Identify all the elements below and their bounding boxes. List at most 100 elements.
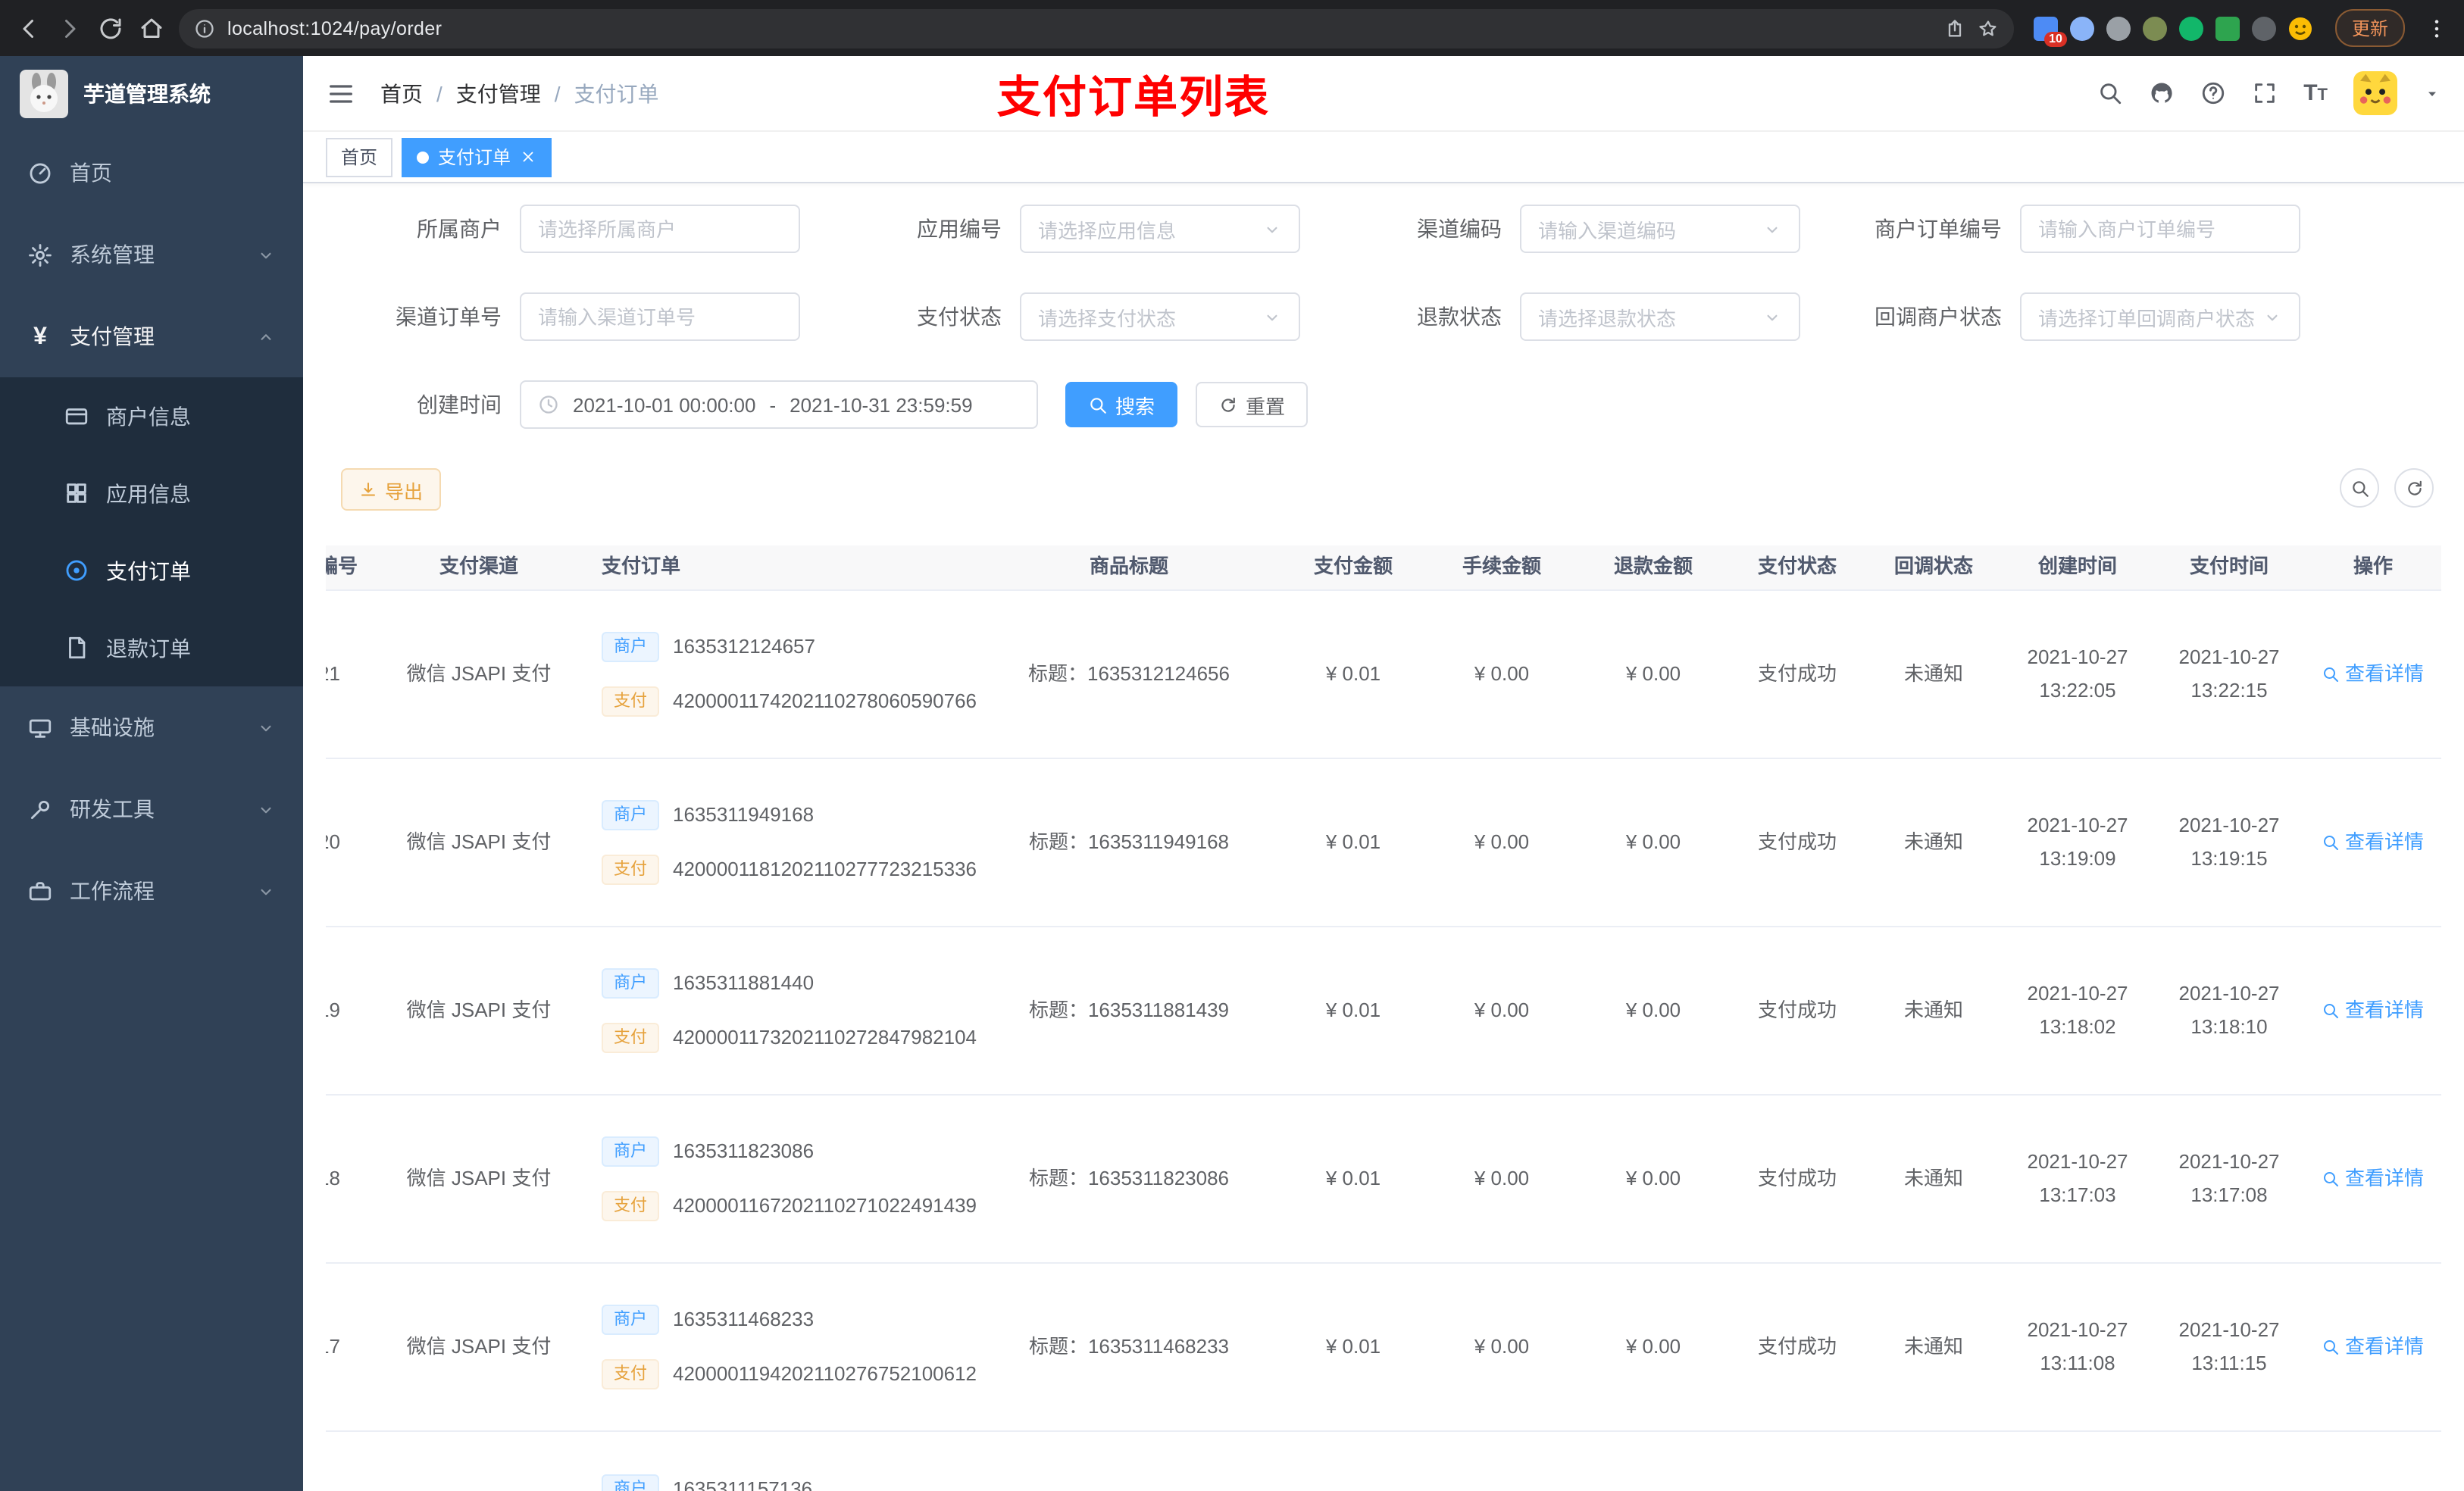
cell-status: 支付成功 bbox=[1757, 830, 1837, 853]
refresh-table-button[interactable] bbox=[2394, 468, 2434, 508]
sidebar-item-workflow[interactable]: 工作流程 bbox=[0, 850, 303, 932]
view-detail-link[interactable]: 查看详情 bbox=[2322, 826, 2424, 859]
url-text[interactable]: localhost:1024/pay/order bbox=[227, 17, 1932, 39]
chevron-down-icon bbox=[1262, 219, 1282, 239]
merchant-tag: 商户 bbox=[602, 631, 659, 662]
chevron-down-icon bbox=[2262, 307, 2282, 327]
cell-id bbox=[326, 1432, 386, 1491]
table-row: 20 微信 JSAPI 支付 商户 1635311949168 支付 42000… bbox=[326, 759, 2441, 927]
font-size-icon[interactable]: TT bbox=[2303, 80, 2328, 106]
tags-view: 首页 支付订单 bbox=[303, 132, 2464, 183]
column-header-id: 编号 bbox=[326, 555, 358, 578]
view-detail-link[interactable]: 查看详情 bbox=[2322, 994, 2424, 1027]
extension-icon[interactable] bbox=[2215, 16, 2240, 40]
sidebar-item-dev-tools[interactable]: 研发工具 bbox=[0, 768, 303, 850]
channel-order-no-input[interactable] bbox=[520, 292, 800, 341]
breadcrumb-home[interactable]: 首页 bbox=[380, 78, 423, 108]
table-toolbar: 导出 bbox=[341, 468, 2441, 511]
sidebar-item-app-info[interactable]: 应用信息 bbox=[0, 455, 303, 532]
browser-update-button[interactable]: 更新 bbox=[2334, 9, 2405, 47]
gear-icon bbox=[27, 242, 53, 267]
pay-status-select[interactable]: 请选择支付状态 bbox=[1020, 292, 1300, 341]
merchant-tag: 商户 bbox=[602, 799, 659, 830]
view-detail-link[interactable]: 查看详情 bbox=[2322, 1330, 2424, 1364]
filter-row-1: 所属商户 应用编号 请选择应用信息 渠道编码 请输入渠道编码 bbox=[326, 205, 2441, 253]
user-menu-caret-icon[interactable] bbox=[2423, 84, 2441, 102]
address-bar[interactable]: localhost:1024/pay/order bbox=[179, 8, 2014, 48]
browser-back-icon[interactable] bbox=[15, 14, 42, 42]
reset-button[interactable]: 重置 bbox=[1196, 382, 1309, 427]
sidebar-item-label: 工作流程 bbox=[70, 879, 155, 903]
channel-code-select[interactable]: 请输入渠道编码 bbox=[1520, 205, 1800, 253]
cell-title: 标题：1635311881439 bbox=[1028, 998, 1230, 1021]
merchant-order-no: 1635311468233 bbox=[673, 1307, 815, 1330]
notify-status-select[interactable]: 请选择订单回调商户状态 bbox=[2020, 292, 2300, 341]
extension-icon[interactable] bbox=[2106, 16, 2131, 40]
sidebar-item-merchant-info[interactable]: 商户信息 bbox=[0, 377, 303, 455]
fullscreen-icon[interactable] bbox=[2252, 80, 2278, 106]
cell-refund: ¥ 0.00 bbox=[1625, 1334, 1681, 1358]
sidebar-item-pay-order[interactable]: 支付订单 bbox=[0, 532, 303, 609]
channel-order-no: 4200001173202110272847982104 bbox=[673, 1026, 977, 1049]
filter-label: 支付状态 bbox=[917, 305, 1002, 329]
export-button[interactable]: 导出 bbox=[341, 468, 442, 511]
app-id-select[interactable]: 请选择应用信息 bbox=[1020, 205, 1300, 253]
search-button[interactable]: 搜索 bbox=[1065, 382, 1178, 427]
merchant-tag: 商户 bbox=[602, 1474, 659, 1491]
sidebar-item-refund-order[interactable]: 退款订单 bbox=[0, 609, 303, 686]
extension-icon[interactable] bbox=[2069, 16, 2094, 40]
view-detail-link[interactable]: 查看详情 bbox=[2322, 1162, 2424, 1196]
help-icon[interactable] bbox=[2200, 80, 2226, 106]
site-info-icon[interactable] bbox=[194, 17, 215, 39]
browser-forward-icon[interactable] bbox=[56, 14, 83, 42]
cell-amount: ¥ 0.01 bbox=[1325, 998, 1381, 1021]
search-icon bbox=[2322, 1002, 2340, 1020]
cell-notify: 未通知 bbox=[1903, 830, 1963, 853]
sidebar-item-system[interactable]: 系统管理 bbox=[0, 214, 303, 295]
sidebar-item-home[interactable]: 首页 bbox=[0, 132, 303, 214]
github-icon[interactable] bbox=[2149, 80, 2175, 106]
sidebar-item-infra[interactable]: 基础设施 bbox=[0, 686, 303, 768]
browser-menu-icon[interactable] bbox=[2425, 16, 2449, 40]
cell-id: 17 bbox=[326, 1334, 340, 1358]
extension-icon[interactable] bbox=[2142, 16, 2167, 40]
merchant-order-no-input[interactable] bbox=[2020, 205, 2300, 253]
sidebar-item-label: 基础设施 bbox=[70, 715, 155, 739]
browser-reload-icon[interactable] bbox=[97, 14, 124, 42]
view-detail-link[interactable]: 查看详情 bbox=[2322, 658, 2424, 691]
user-avatar[interactable] bbox=[2353, 71, 2397, 115]
extension-icon[interactable]: 10 bbox=[2033, 16, 2067, 46]
search-icon[interactable] bbox=[2097, 80, 2123, 106]
share-icon[interactable] bbox=[1944, 17, 1965, 39]
filter-pay-status: 支付状态 请选择支付状态 bbox=[838, 292, 1300, 341]
orders-table: 编号 支付渠道 支付订单 商品标题 支付金额 手续金额 退款金额 支付状态 回调… bbox=[326, 545, 2441, 1491]
merchant-order-no: 1635311949168 bbox=[673, 802, 815, 826]
refund-status-select[interactable]: 请选择退款状态 bbox=[1520, 292, 1800, 341]
create-time-range-picker[interactable]: 2021-10-01 00:00:00 - 2021-10-31 23:59:5… bbox=[520, 380, 1038, 429]
breadcrumb-pay-management[interactable]: 支付管理 bbox=[456, 78, 541, 108]
toggle-search-button[interactable] bbox=[2340, 468, 2379, 508]
bookmark-star-icon[interactable] bbox=[1978, 17, 1999, 39]
cell-id: 20 bbox=[326, 830, 340, 853]
sidebar-item-label: 首页 bbox=[70, 161, 112, 185]
refresh-icon bbox=[2404, 478, 2424, 498]
column-header-order: 支付订单 bbox=[602, 555, 681, 578]
profile-avatar-icon[interactable] bbox=[2288, 16, 2312, 40]
sidebar-toggle-icon[interactable] bbox=[326, 78, 356, 108]
filter-create-time: 创建时间 2021-10-01 00:00:00 - 2021-10-31 23… bbox=[338, 380, 1038, 429]
date-range-end: 2021-10-31 23:59:59 bbox=[790, 393, 973, 416]
merchant-input[interactable] bbox=[520, 205, 800, 253]
channel-order-no: 4200001167202110271022491439 bbox=[673, 1194, 977, 1217]
cell-channel: 微信 JSAPI 支付 bbox=[406, 1166, 552, 1189]
close-icon[interactable] bbox=[520, 148, 536, 165]
browser-home-icon[interactable] bbox=[138, 14, 165, 42]
app-logo[interactable]: 芋道管理系统 bbox=[0, 56, 303, 132]
extension-badge: 10 bbox=[2044, 31, 2067, 46]
cell-order: 商户 1635311949168 支付 42000011812021102777… bbox=[571, 759, 977, 926]
tab-home[interactable]: 首页 bbox=[326, 137, 393, 177]
sidebar-item-payment[interactable]: ¥ 支付管理 bbox=[0, 295, 303, 377]
extension-icon[interactable] bbox=[2178, 16, 2203, 40]
extension-icon[interactable] bbox=[2251, 16, 2276, 40]
cell-title bbox=[977, 1432, 1280, 1491]
tab-pay-order[interactable]: 支付订单 bbox=[402, 137, 552, 177]
